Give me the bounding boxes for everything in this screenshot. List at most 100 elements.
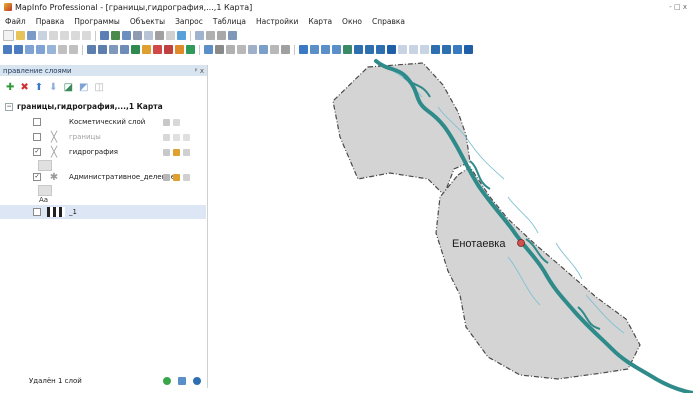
undo-icon[interactable] <box>155 31 164 40</box>
new-table-icon[interactable] <box>3 30 14 41</box>
boundary-select-icon[interactable] <box>47 45 56 54</box>
layer-visibility-checkbox[interactable] <box>33 208 41 216</box>
polygon-tool-icon[interactable] <box>343 45 352 54</box>
menu-file[interactable]: Файл <box>0 17 31 26</box>
zoom-out-icon[interactable] <box>98 45 107 54</box>
line-tool-icon[interactable] <box>310 45 319 54</box>
frame-tool-icon[interactable] <box>398 45 407 54</box>
editable-icon[interactable] <box>163 118 170 126</box>
selectable-icon[interactable] <box>173 133 180 141</box>
layer-visibility-checkbox[interactable] <box>33 133 41 141</box>
layer-row[interactable]: Косметический слой <box>0 115 206 129</box>
show-hide-icon[interactable] <box>248 45 257 54</box>
change-view-icon[interactable] <box>109 45 118 54</box>
thematic-map-icon[interactable] <box>270 45 279 54</box>
layer-row-selected[interactable]: _1 <box>0 205 206 219</box>
selectable-icon[interactable] <box>173 173 180 181</box>
info-window-icon[interactable] <box>228 31 237 40</box>
editable-icon[interactable] <box>163 148 170 156</box>
layer-control-icon[interactable] <box>175 45 184 54</box>
grabber-icon[interactable] <box>120 45 129 54</box>
layer-visibility-checkbox[interactable] <box>33 118 41 126</box>
polyline-tool-icon[interactable] <box>321 45 330 54</box>
display-icon[interactable]: ◩ <box>79 83 88 93</box>
legend-icon[interactable] <box>204 45 213 54</box>
redo-icon[interactable] <box>166 31 175 40</box>
paste-icon[interactable] <box>82 31 91 40</box>
map-root-node[interactable]: − границы,гидрография,...,1 Карта <box>0 96 207 111</box>
statistics-icon[interactable] <box>206 31 215 40</box>
label-icon[interactable] <box>183 173 190 181</box>
new-layout-icon[interactable] <box>133 31 142 40</box>
invert-selection-icon[interactable] <box>69 45 78 54</box>
redistrict-icon[interactable] <box>144 31 153 40</box>
label-icon[interactable] <box>183 133 190 141</box>
menu-window[interactable]: Окно <box>337 17 367 26</box>
reshape-tool-icon[interactable] <box>409 45 418 54</box>
legend-tool-icon[interactable] <box>217 31 226 40</box>
new-grapher-icon[interactable] <box>122 31 131 40</box>
text-tool-icon[interactable] <box>387 45 396 54</box>
rounded-rectangle-tool-icon[interactable] <box>376 45 385 54</box>
text-style-icon[interactable] <box>464 45 473 54</box>
label-icon[interactable] <box>183 148 190 156</box>
radius-select-icon[interactable] <box>25 45 34 54</box>
hotlink-icon[interactable] <box>142 45 151 54</box>
cut-icon[interactable] <box>60 31 69 40</box>
set-target-icon[interactable] <box>226 45 235 54</box>
layer-row[interactable]: ✓ ╳ гидрография <box>0 145 206 159</box>
region-style-icon[interactable] <box>453 45 462 54</box>
grid-icon[interactable] <box>281 45 290 54</box>
layer-properties-icon[interactable]: ◪ <box>64 83 73 93</box>
menu-map[interactable]: Карта <box>303 17 337 26</box>
new-browser-icon[interactable] <box>100 31 109 40</box>
menu-table[interactable]: Таблица <box>208 17 251 26</box>
layer-visibility-checkbox[interactable]: ✓ <box>33 148 41 156</box>
collapse-icon[interactable]: − <box>5 102 13 111</box>
menu-query[interactable]: Запрос <box>170 17 208 26</box>
save-copy-icon[interactable] <box>38 31 47 40</box>
drag-window-icon[interactable] <box>164 45 173 54</box>
menu-options[interactable]: Настройки <box>251 17 303 26</box>
options-icon[interactable] <box>178 377 186 385</box>
remove-layer-icon[interactable]: ✖ <box>20 83 28 93</box>
open-icon[interactable] <box>16 31 25 40</box>
menu-help[interactable]: Справка <box>367 17 410 26</box>
ellipse-tool-icon[interactable] <box>354 45 363 54</box>
layer-row[interactable]: ╳ границы <box>0 130 206 144</box>
add-node-icon[interactable] <box>420 45 429 54</box>
rectangle-tool-icon[interactable] <box>365 45 374 54</box>
info-tool-icon[interactable] <box>131 45 140 54</box>
layer-row[interactable]: ✓ ✱ Административное_деление <box>0 170 206 184</box>
layer-visibility-checkbox[interactable]: ✓ <box>33 173 41 181</box>
copy-icon[interactable] <box>71 31 80 40</box>
label-tool-icon[interactable] <box>153 45 162 54</box>
menu-objects[interactable]: Объекты <box>125 17 170 26</box>
ruler-icon[interactable] <box>186 45 195 54</box>
save-icon[interactable] <box>27 31 36 40</box>
move-up-icon[interactable]: ⬆ <box>35 83 43 93</box>
move-down-icon[interactable]: ⬇ <box>49 83 57 93</box>
unselect-icon[interactable] <box>58 45 67 54</box>
clip-region-icon[interactable] <box>237 45 246 54</box>
settlement-point[interactable] <box>517 239 525 247</box>
zoom-in-icon[interactable] <box>87 45 96 54</box>
symbol-tool-icon[interactable] <box>299 45 308 54</box>
statistics-window-icon[interactable] <box>215 45 224 54</box>
label-icon[interactable]: ◫ <box>94 83 103 93</box>
editable-icon[interactable] <box>163 133 170 141</box>
line-style-icon[interactable] <box>442 45 451 54</box>
new-mapper-icon[interactable] <box>111 31 120 40</box>
arc-tool-icon[interactable] <box>332 45 341 54</box>
selectable-icon[interactable] <box>173 148 180 156</box>
menu-programs[interactable]: Программы <box>69 17 125 26</box>
admin-region-north[interactable] <box>332 62 471 197</box>
symbol-style-icon[interactable] <box>431 45 440 54</box>
selectable-icon[interactable] <box>173 118 180 126</box>
layout-tool-icon[interactable] <box>195 31 204 40</box>
help-cursor-icon[interactable] <box>177 31 186 40</box>
ok-icon[interactable] <box>163 377 171 385</box>
window-controls[interactable]: - □ x <box>669 3 687 11</box>
panel-pin-close-icon[interactable]: ᵖ x <box>195 67 204 75</box>
clear-cosmetic-icon[interactable] <box>259 45 268 54</box>
